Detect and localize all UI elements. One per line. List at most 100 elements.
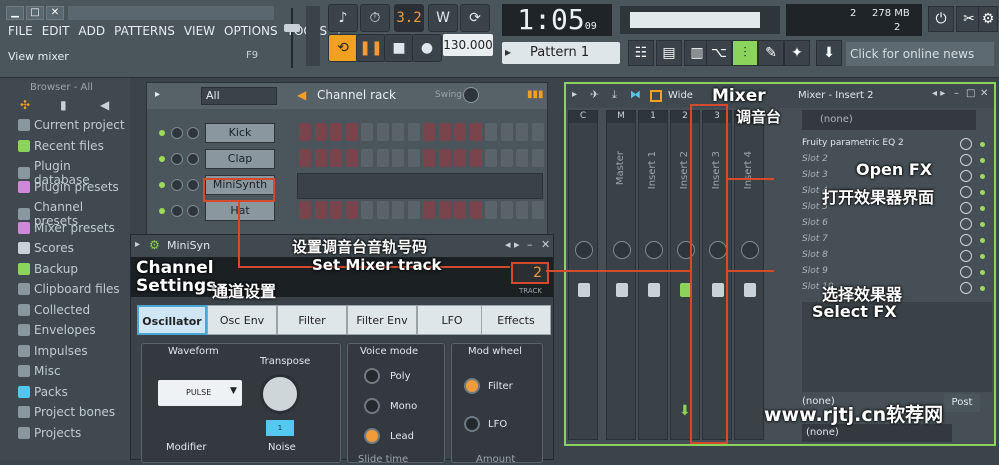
strip-fader[interactable] (744, 283, 756, 297)
mixer-strip[interactable]: 1 Insert 1 (638, 110, 668, 440)
channel-knob[interactable] (171, 205, 183, 217)
minimize-button[interactable]: ▁ (6, 6, 24, 20)
channel-knob[interactable] (187, 179, 199, 191)
step-button[interactable] (469, 149, 482, 167)
fx-slot-led[interactable] (980, 238, 985, 243)
master-pitch-slider[interactable] (306, 6, 320, 66)
mixer-icon[interactable]: ⫶ (732, 40, 758, 66)
step-button[interactable] (516, 123, 528, 141)
step-button[interactable] (531, 149, 544, 167)
step-button[interactable] (438, 149, 451, 167)
step-button[interactable] (407, 201, 420, 219)
browser-item[interactable]: Misc (18, 364, 61, 378)
record-button[interactable]: ● (412, 34, 442, 62)
pattern-arrow-icon[interactable]: ▸ (505, 45, 521, 61)
mixer-strip[interactable]: C (568, 110, 598, 440)
browser-item[interactable]: Envelopes (18, 323, 96, 337)
step-button[interactable] (392, 123, 404, 141)
fx-slot[interactable]: Slot 8 (802, 250, 828, 260)
menu-view[interactable]: VIEW (184, 24, 215, 38)
menu-patterns[interactable]: PATTERNS (114, 24, 175, 38)
channel-knob[interactable] (187, 205, 199, 217)
countdown-button[interactable]: W (428, 4, 458, 32)
mixer-nav-icon[interactable]: ◂ ▸ (932, 88, 945, 99)
play-button[interactable]: ❚❚ (356, 34, 386, 62)
piano-roll-icon[interactable]: ▤ (656, 40, 682, 66)
download-icon[interactable]: ⬇ (816, 40, 842, 66)
chset-close-icon[interactable]: ✕ (541, 238, 550, 251)
channel-led[interactable] (159, 156, 165, 162)
settings-icon[interactable]: ⚙ (978, 6, 998, 32)
step-button[interactable] (469, 123, 482, 141)
fx-slot[interactable]: Slot 3 (802, 170, 828, 180)
step-button[interactable] (423, 149, 435, 167)
poly-radio[interactable] (364, 368, 380, 384)
piano-roll-preview[interactable] (297, 173, 543, 199)
fx-slot-mix-knob[interactable] (960, 138, 972, 150)
step-button[interactable] (407, 149, 420, 167)
mixer-min-icon[interactable]: – (954, 88, 959, 99)
tab-oscillator[interactable]: Oscillator (137, 305, 207, 335)
fx-slot-mix-knob[interactable] (960, 186, 972, 198)
chset-menu-icon[interactable]: ▸ (135, 239, 140, 250)
browser-item[interactable]: Scores (18, 241, 74, 255)
browser-item[interactable]: Collected (18, 303, 90, 317)
mixer-link-icon[interactable]: ⧓ (630, 88, 641, 101)
step-button[interactable] (330, 123, 342, 141)
step-button[interactable] (361, 123, 373, 141)
channel-knob[interactable] (171, 127, 183, 139)
step-button[interactable] (454, 123, 466, 141)
wait-input-button[interactable]: ⏱ (360, 4, 390, 32)
step-button[interactable] (345, 149, 358, 167)
browser-icon[interactable]: ⌥ (706, 40, 732, 66)
rack-menu-icon[interactable]: ▸ (155, 89, 160, 100)
tempo-display[interactable]: 130.000 (443, 34, 493, 56)
channel-led[interactable] (159, 182, 165, 188)
browser-item[interactable]: Mixer presets (18, 221, 115, 235)
step-button[interactable] (516, 149, 528, 167)
step-button[interactable] (438, 123, 451, 141)
fx-slot-led[interactable] (980, 142, 985, 147)
fx-slot-mix-knob[interactable] (960, 282, 972, 294)
browser-item[interactable]: Packs (18, 385, 68, 399)
fx-slot-led[interactable] (980, 206, 985, 211)
menu-options[interactable]: OPTIONS (224, 24, 278, 38)
route-arrow-icon[interactable]: ⬇ (679, 403, 691, 419)
close-button[interactable]: ✕ (46, 6, 64, 20)
step-button[interactable] (423, 201, 435, 219)
mixer-arrow-icon[interactable]: ⤓ (612, 88, 617, 102)
channel-knob[interactable] (187, 153, 199, 165)
step-button[interactable] (376, 201, 389, 219)
metronome-button[interactable]: ♪ (328, 4, 358, 32)
master-volume-slider[interactable] (282, 6, 302, 70)
tab-lfo[interactable]: LFO (417, 305, 487, 335)
mixer-box-icon[interactable] (650, 90, 662, 102)
mod-filter-radio[interactable] (464, 378, 480, 394)
step-button[interactable] (361, 201, 373, 219)
step-button[interactable] (299, 123, 311, 141)
step-button[interactable] (500, 149, 513, 167)
step-button[interactable] (376, 149, 389, 167)
step-button[interactable] (485, 149, 497, 167)
step-button[interactable] (531, 123, 544, 141)
fx-slot[interactable]: Slot 2 (802, 154, 828, 164)
fx-slot[interactable]: Fruity parametric EQ 2 (802, 138, 904, 148)
step-button[interactable] (392, 201, 404, 219)
mixer-view-icon[interactable]: ✈ (590, 88, 599, 101)
post-button[interactable]: Post (944, 394, 980, 412)
step-button[interactable] (485, 201, 497, 219)
strip-fader[interactable] (578, 283, 590, 297)
transpose-value[interactable]: 1 (266, 420, 294, 436)
transpose-knob[interactable] (260, 374, 300, 414)
mixer-max-icon[interactable]: □ (966, 88, 975, 99)
browser-folder-icon[interactable]: ▮ (60, 98, 67, 112)
tab-effects[interactable]: Effects (481, 305, 551, 335)
strip-fader[interactable] (648, 283, 660, 297)
strip-pan-knob[interactable] (645, 241, 663, 259)
channel-led[interactable] (159, 208, 165, 214)
mixer-close-icon[interactable]: ✕ (980, 88, 988, 99)
step-button[interactable] (330, 149, 342, 167)
browser-snap-icon[interactable]: ✣ (20, 98, 30, 112)
channel-button[interactable]: Kick (205, 123, 275, 143)
mono-radio[interactable] (364, 398, 380, 414)
